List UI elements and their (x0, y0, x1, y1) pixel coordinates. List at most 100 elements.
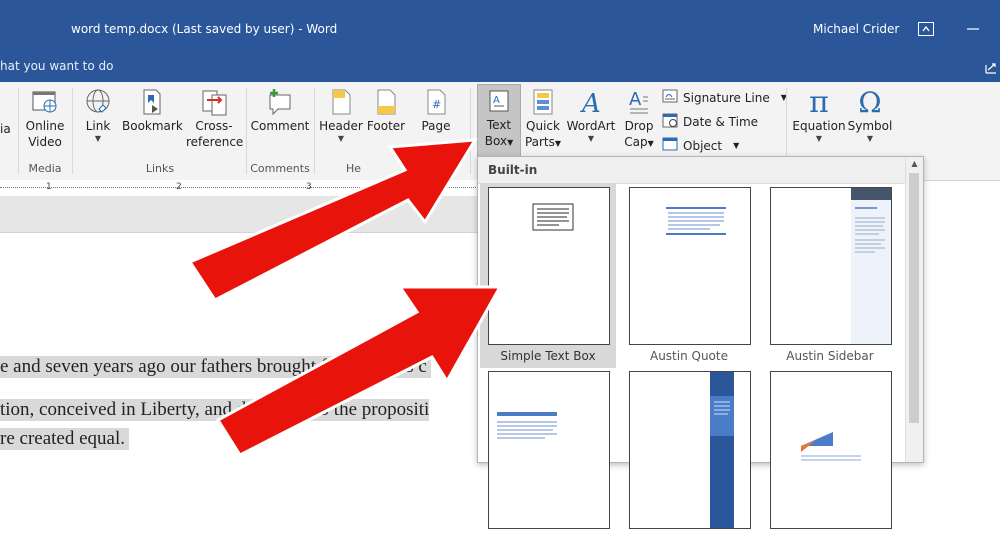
equation-label: Equation (792, 119, 846, 133)
scrollbar-thumb[interactable] (909, 173, 919, 423)
object-label: Object (683, 138, 723, 153)
chevron-down-icon: ▼ (337, 134, 345, 143)
group-separator (314, 88, 315, 174)
group-separator (72, 88, 73, 174)
text-box-label: Text Box▼ (484, 118, 514, 148)
text-box-gallery: Built-in Simple Text Box Austin Quote Au… (477, 156, 924, 529)
drop-cap-button[interactable]: A Drop Cap▼ (620, 86, 658, 152)
calendar-icon (662, 112, 678, 131)
share-icon[interactable] (984, 60, 998, 79)
footer-icon (364, 86, 408, 118)
date-time-button[interactable]: Date & Time (662, 112, 758, 131)
page-number-button[interactable]: # Page (414, 86, 458, 134)
link-button[interactable]: Link ▼ (78, 86, 118, 144)
document-page[interactable]: e and seven years ago our fathers brough… (0, 232, 480, 462)
footer-button[interactable]: Footer (364, 86, 408, 134)
scroll-up-icon[interactable]: ▲ (906, 159, 923, 171)
minimize-icon[interactable] (964, 20, 982, 36)
online-video-button[interactable]: Online Video (22, 86, 68, 150)
link-icon (78, 86, 118, 118)
header-label: Header (319, 119, 363, 133)
gallery-item[interactable] (480, 367, 616, 552)
online-video-icon (22, 86, 68, 118)
bookmark-button[interactable]: Bookmark (122, 86, 183, 134)
page-number-icon: # (414, 86, 458, 118)
thumbnail-austin-quote (629, 187, 751, 345)
drop-cap-icon: A (620, 86, 658, 118)
document-line-3[interactable]: re created equal. (0, 428, 129, 450)
group-separator (246, 88, 247, 174)
cross-reference-button[interactable]: Cross-reference (186, 86, 244, 150)
comment-button[interactable]: Comment (250, 86, 310, 134)
gallery-item-label: Austin Sidebar (786, 349, 874, 363)
symbol-label: Symbol (847, 119, 893, 133)
document-gap (0, 196, 480, 232)
media-group-label: Media (28, 162, 62, 175)
page-number-label: Page (421, 119, 451, 133)
comments-group-label: Comments (250, 162, 310, 175)
thumbnail-simple-text-box (488, 187, 610, 345)
comment-icon (250, 86, 310, 118)
chevron-down-icon: ▼ (815, 134, 823, 143)
thumbnail-text-box-style (770, 371, 892, 529)
gallery-item-simple-text-box[interactable]: Simple Text Box (480, 183, 616, 368)
comment-label: Comment (250, 119, 310, 133)
gallery-item-label: Simple Text Box (500, 349, 596, 363)
thumbnail-austin-sidebar (770, 187, 892, 345)
thumbnail-text-box-style (629, 371, 751, 529)
object-button[interactable]: Object ▼ (662, 136, 739, 155)
gallery-item[interactable] (621, 367, 757, 552)
window-title: word temp.docx (Last saved by user) - Wo… (71, 22, 338, 36)
tell-me-bar: hat you want to do (0, 58, 1000, 82)
title-bar: word temp.docx (Last saved by user) - Wo… (0, 0, 1000, 58)
bookmark-label: Bookmark (122, 119, 183, 133)
chevron-down-icon: ▼ (866, 134, 874, 143)
signature-line-icon (662, 88, 678, 107)
wordart-button[interactable]: A WordArt ▼ (566, 86, 616, 144)
signature-line-button[interactable]: Signature Line ▼ (662, 88, 787, 107)
header-icon (318, 86, 364, 118)
cross-reference-icon (186, 86, 242, 118)
svg-text:A: A (629, 89, 642, 110)
user-name[interactable]: Michael Crider (813, 22, 899, 36)
link-label: Link (85, 119, 111, 133)
text-box-button[interactable]: A Text Box▼ (477, 84, 521, 158)
gallery-scrollbar[interactable]: ▲ (905, 157, 923, 462)
date-time-label: Date & Time (683, 114, 759, 129)
gallery-item-austin-sidebar[interactable]: Austin Sidebar (762, 183, 898, 368)
equation-button[interactable]: π Equation ▼ (792, 84, 846, 144)
svg-text:A: A (493, 95, 500, 106)
signature-line-label: Signature Line (683, 90, 770, 105)
header-button[interactable]: Header ▼ (318, 86, 364, 144)
ruler-ticks (0, 187, 480, 188)
document-line-2[interactable]: tion, conceived in Liberty, and dedicate… (0, 399, 430, 421)
svg-text:A: A (580, 89, 601, 117)
partial-ribbon-label: ia (0, 122, 11, 136)
quick-parts-button[interactable]: Quick Parts▼ (522, 86, 564, 152)
gallery-item[interactable] (762, 367, 898, 552)
chevron-down-icon: ▼ (587, 134, 595, 143)
object-icon (662, 136, 678, 155)
wordart-icon: A (566, 86, 616, 118)
group-separator (470, 88, 471, 174)
ribbon-display-icon[interactable] (918, 22, 934, 36)
quick-parts-icon (522, 86, 564, 118)
omega-icon: Ω (858, 85, 882, 119)
tell-me-input[interactable]: hat you want to do (0, 58, 113, 74)
gallery-item-austin-quote[interactable]: Austin Quote (621, 183, 757, 368)
gallery-header-label: Built-in (488, 163, 538, 177)
quick-parts-label: Quick Parts▼ (524, 119, 562, 149)
horizontal-ruler[interactable]: 1 2 3 (0, 180, 480, 197)
text-box-icon: A (478, 85, 520, 117)
wordart-label: WordArt (566, 119, 616, 133)
chevron-down-icon: ▼ (733, 141, 740, 150)
online-video-label: Online Video (25, 119, 65, 149)
bookmark-icon (122, 86, 180, 118)
document-line-1[interactable]: e and seven years ago our fathers brough… (0, 356, 431, 378)
cross-reference-label: Cross-reference (186, 119, 244, 149)
pi-icon: π (809, 84, 829, 120)
symbol-button[interactable]: Ω Symbol ▼ (846, 86, 894, 144)
chevron-down-icon: ▼ (94, 134, 102, 143)
group-separator (18, 88, 19, 174)
gallery-item-label: Austin Quote (649, 349, 728, 363)
